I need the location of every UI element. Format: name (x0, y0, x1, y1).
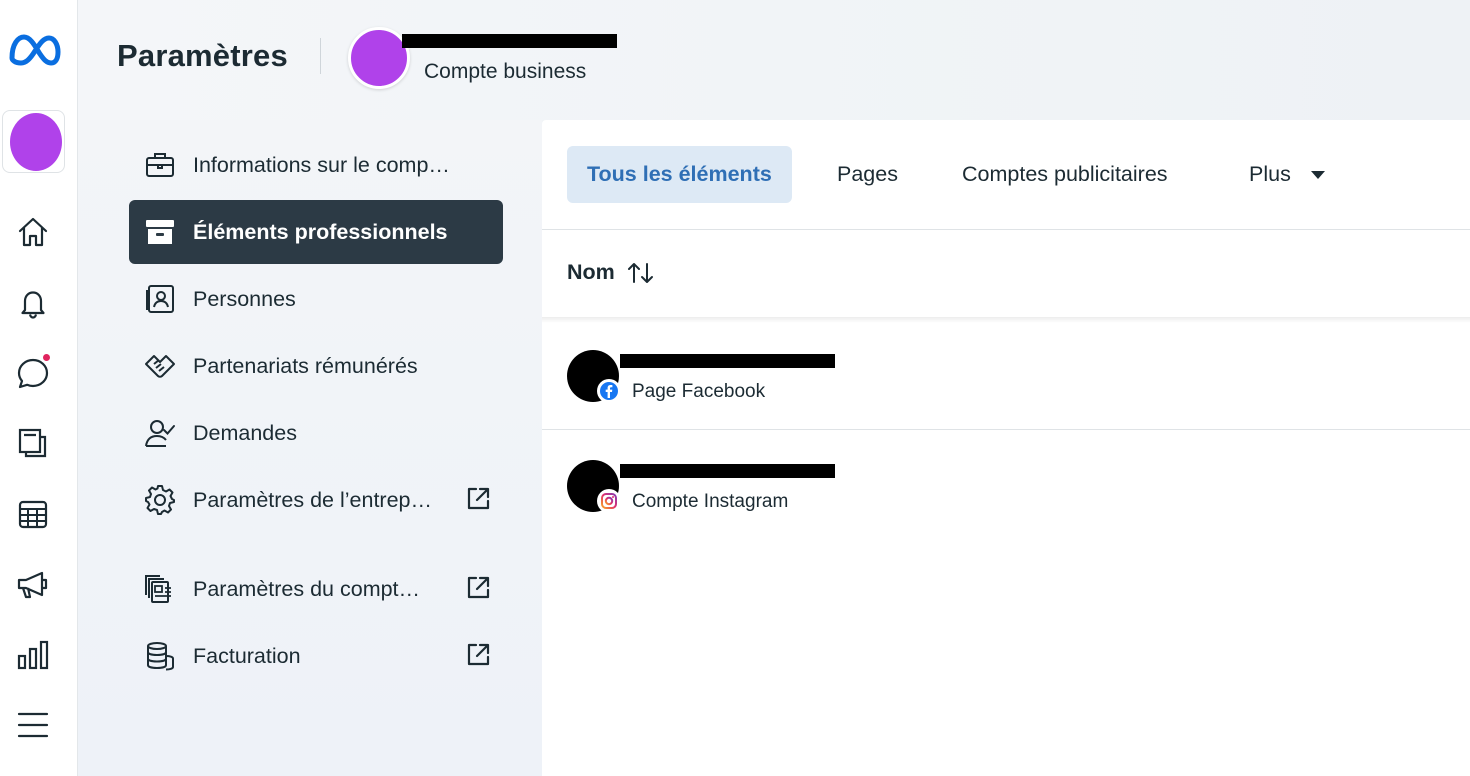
table-grid-icon[interactable] (15, 496, 51, 532)
home-icon[interactable] (15, 214, 51, 250)
nav-item-label: Paramètres du compt… (193, 577, 421, 601)
caret-down-icon (1310, 170, 1325, 179)
nav-item-people[interactable]: Personnes (129, 267, 503, 331)
tabs-divider (542, 229, 1470, 230)
asset-type-label: Page Facebook (632, 381, 766, 402)
tab-all-assets[interactable]: Tous les éléments (567, 146, 792, 203)
nav-item-label: Facturation (193, 644, 301, 668)
nav-item-requests[interactable]: Demandes (129, 401, 503, 465)
external-link-icon (465, 575, 491, 601)
header-divider (320, 38, 321, 74)
bar-chart-icon[interactable] (15, 637, 51, 673)
assets-panel: Tous les éléments Pages Comptes publicit… (542, 120, 1470, 776)
account-avatar (10, 113, 62, 171)
briefcase-icon (144, 149, 176, 181)
facebook-icon (597, 379, 621, 403)
page-title: Paramètres (117, 38, 288, 73)
tab-more-label: Plus (1249, 162, 1291, 186)
business-avatar[interactable] (348, 27, 410, 89)
nav-item-label: Demandes (193, 421, 297, 445)
nav-item-business-settings[interactable]: Paramètres de l’entrep… (129, 468, 503, 532)
nav-item-label: Partenariats rémunérés (193, 354, 418, 378)
external-link-icon (465, 642, 491, 668)
gear-icon (144, 484, 176, 516)
asset-name-redacted (620, 354, 835, 368)
ad-account-icon (144, 573, 176, 605)
page-header: Paramètres Compte business (78, 0, 1470, 120)
business-name-redacted (402, 34, 617, 48)
menu-icon[interactable] (15, 707, 51, 743)
nav-item-label: Éléments professionnels (193, 220, 448, 244)
archive-box-icon (144, 216, 176, 248)
handshake-icon (144, 350, 176, 382)
bell-icon[interactable] (15, 285, 51, 321)
nav-item-label: Paramètres de l’entrep… (193, 488, 432, 512)
megaphone-icon[interactable] (15, 566, 51, 602)
id-card-icon (144, 283, 176, 315)
nav-item-label: Personnes (193, 287, 296, 311)
sort-arrows-icon (627, 262, 653, 283)
nav-item-paid-partnerships[interactable]: Partenariats rémunérés (129, 334, 503, 398)
coins-stack-icon (144, 640, 176, 672)
nav-item-label: Informations sur le comp… (193, 153, 450, 177)
column-header-name[interactable]: Nom (567, 260, 655, 285)
pages-stack-icon[interactable] (15, 425, 51, 461)
asset-type-label: Compte Instagram (632, 491, 789, 512)
meta-logo-icon[interactable] (6, 30, 64, 70)
tab-more[interactable]: Plus (1249, 146, 1325, 203)
nav-item-business-assets[interactable]: Éléments professionnels (129, 200, 503, 264)
settings-nav: Informations sur le comp… Éléments profe… (78, 120, 542, 776)
tab-pages[interactable]: Pages (837, 146, 898, 203)
column-header-label: Nom (567, 260, 615, 284)
asset-name-redacted (620, 464, 835, 478)
nav-item-account-info[interactable]: Informations sur le comp… (129, 133, 503, 197)
account-switcher[interactable] (2, 110, 65, 173)
asset-row[interactable]: Page Facebook (542, 320, 1470, 430)
tab-ad-accounts[interactable]: Comptes publicitaires (962, 146, 1168, 203)
nav-item-billing[interactable]: Facturation (129, 624, 503, 688)
account-type-label: Compte business (424, 60, 587, 83)
external-link-icon (465, 486, 491, 512)
left-rail (0, 0, 78, 776)
user-check-icon (144, 417, 176, 449)
nav-item-ad-account-settings[interactable]: Paramètres du compt… (129, 557, 503, 621)
instagram-icon (597, 489, 621, 513)
notification-dot (42, 353, 51, 362)
asset-row[interactable]: Compte Instagram (542, 430, 1470, 540)
